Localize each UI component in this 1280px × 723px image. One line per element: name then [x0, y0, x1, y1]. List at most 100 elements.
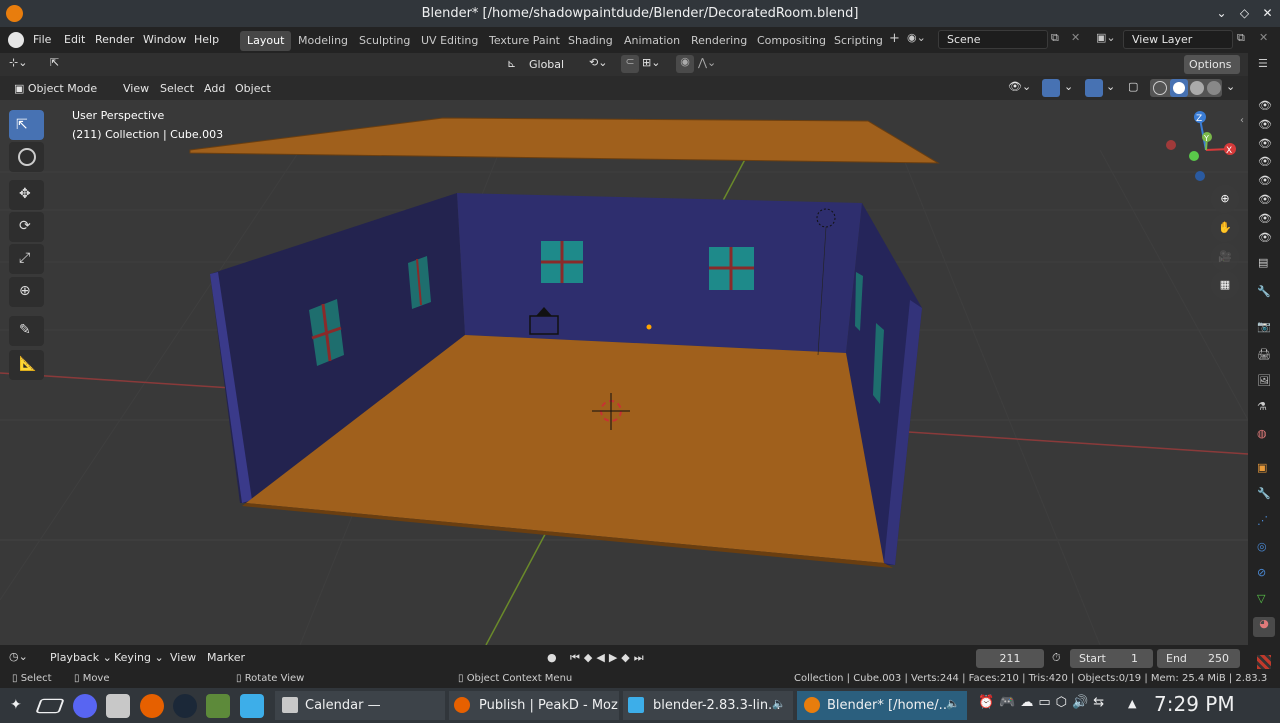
delete-view-layer-icon[interactable]: ✕	[1259, 31, 1268, 44]
pivot-point-icon[interactable]: ⟲⌄	[589, 56, 607, 69]
playback-controls[interactable]: ⏮◆◀▶◆⏭	[570, 651, 648, 665]
system-tray-icons[interactable]: ⏰🎮☁▭⬡🔊⇆	[978, 695, 1109, 710]
marker-menu[interactable]: Marker	[207, 651, 245, 664]
minimize-icon[interactable]: ⌄	[1213, 5, 1230, 22]
task-file-manager[interactable]: blender-2.83.3-lin...	[623, 691, 793, 720]
new-view-layer-icon[interactable]: ⧉	[1237, 31, 1245, 45]
menu-window[interactable]: Window	[143, 27, 186, 53]
tab-sculpting[interactable]: Sculpting	[352, 31, 417, 51]
xray-icon[interactable]: ▢	[1128, 80, 1138, 93]
task-firefox[interactable]: Publish | PeakD - Moz...	[449, 691, 619, 720]
tab-shading[interactable]: Shading	[561, 31, 620, 51]
preview-range-icon[interactable]: ⏱	[1052, 651, 1061, 665]
calendar-app-icon[interactable]	[106, 694, 130, 718]
snap-target-icon[interactable]: ⊞⌄	[642, 56, 660, 69]
tab-rendering[interactable]: Rendering	[684, 31, 754, 51]
rendered-shading-icon[interactable]	[1207, 81, 1221, 95]
tab-animation[interactable]: Animation	[617, 31, 687, 51]
file-manager-icon[interactable]	[240, 694, 264, 718]
tab-texture-paint[interactable]: Texture Paint	[482, 31, 567, 51]
scale-tool[interactable]: ⤢	[9, 244, 44, 274]
task-calendar[interactable]: Calendar —	[275, 691, 445, 720]
end-frame-field[interactable]: End 250	[1157, 649, 1240, 668]
menu-render[interactable]: Render	[95, 27, 134, 53]
menu-view[interactable]: View	[118, 79, 154, 98]
solid-shading-icon[interactable]	[1170, 79, 1188, 97]
visibility-icon[interactable]: 👁⌄	[1008, 80, 1031, 93]
timeline-view-menu[interactable]: View	[170, 651, 196, 664]
current-frame-field[interactable]: 211	[976, 649, 1044, 668]
material-properties-icon[interactable]: ◕	[1253, 617, 1275, 637]
scene-properties-icon[interactable]: ⚗	[1257, 400, 1267, 413]
view-layer-field[interactable]: View Layer	[1123, 30, 1233, 49]
wireframe-shading-icon[interactable]	[1153, 81, 1167, 95]
transform-orientation-dropdown[interactable]: Global ⌄	[524, 55, 580, 90]
blender-audio-icon[interactable]: 🔈	[946, 697, 960, 710]
ortho-grid-icon[interactable]: ▦	[1211, 271, 1239, 299]
proportional-edit-icon[interactable]: ◉	[676, 55, 694, 73]
physics-properties-icon[interactable]: ◎	[1257, 540, 1267, 553]
object-properties-icon[interactable]: ▣	[1257, 461, 1267, 474]
cursor-tool[interactable]	[9, 142, 44, 172]
3d-viewport[interactable]: Z X Y	[0, 100, 1248, 645]
editor-type-icon[interactable]: ⊹⌄	[9, 56, 27, 69]
minecraft-icon[interactable]	[206, 694, 230, 718]
overlay-toggle-icon[interactable]	[1085, 79, 1103, 97]
playback-menu[interactable]: Playback ⌄	[50, 651, 112, 664]
camera-view-icon[interactable]: 🎥	[1211, 243, 1239, 271]
menu-add[interactable]: Add	[199, 79, 230, 98]
select-tool-mode-icon[interactable]: ⇱	[50, 56, 59, 69]
measure-tool[interactable]: 📐	[9, 350, 44, 380]
gizmo-toggle-icon[interactable]	[1042, 79, 1060, 97]
data-properties-icon[interactable]: ▽	[1257, 592, 1265, 605]
close-icon[interactable]: ✕	[1259, 5, 1276, 22]
render-properties-icon[interactable]: 📷	[1257, 320, 1271, 333]
menu-select[interactable]: Select	[155, 79, 199, 98]
add-workspace-icon[interactable]: +	[889, 31, 900, 46]
material-shading-icon[interactable]	[1190, 81, 1204, 95]
output-properties-icon[interactable]: 🖨	[1257, 348, 1271, 361]
tray-expand-icon[interactable]: ▲	[1128, 697, 1136, 710]
audio-playing-icon[interactable]: 🔈	[772, 697, 786, 710]
timeline-editor-icon[interactable]: ◷⌄	[9, 650, 28, 663]
menu-object[interactable]: Object	[230, 79, 276, 98]
tab-compositing[interactable]: Compositing	[750, 31, 833, 51]
annotate-tool[interactable]: ✎	[9, 316, 44, 346]
tab-layout[interactable]: Layout	[240, 31, 292, 51]
app-launcher-icon[interactable]: ✦	[10, 697, 22, 713]
move-tool[interactable]: ✥	[9, 180, 44, 210]
record-icon[interactable]: ●	[547, 651, 557, 664]
overlay-dropdown-icon[interactable]: ⌄	[1106, 80, 1115, 93]
constraints-properties-icon[interactable]: ⊘	[1257, 566, 1266, 579]
particles-properties-icon[interactable]: ⋰	[1257, 514, 1268, 527]
shading-dropdown-icon[interactable]: ⌄	[1226, 80, 1235, 93]
mode-dropdown[interactable]: ▣ Object Mode ⌄	[9, 79, 112, 114]
scene-selector-icon[interactable]: ◉⌄	[907, 31, 935, 50]
transform-tool[interactable]: ⊕	[9, 277, 44, 307]
blender-menu-icon[interactable]	[8, 32, 24, 48]
keying-menu[interactable]: Keying ⌄	[114, 651, 164, 664]
new-scene-icon[interactable]: ⧉	[1051, 31, 1059, 45]
discord-icon[interactable]	[73, 694, 97, 718]
tool-properties-icon[interactable]: 🔧	[1257, 285, 1271, 298]
steam-icon[interactable]	[173, 694, 197, 718]
rotate-tool[interactable]: ⟳	[9, 212, 44, 242]
task-blender[interactable]: Blender* [/home/...	[797, 691, 967, 720]
tab-uv-editing[interactable]: UV Editing	[414, 31, 485, 51]
menu-edit[interactable]: Edit	[64, 27, 85, 53]
options-dropdown[interactable]: Options ⌄	[1184, 55, 1240, 90]
falloff-icon[interactable]: ⋀⌄	[698, 56, 716, 69]
gizmo-dropdown-icon[interactable]: ⌄	[1064, 80, 1073, 93]
properties-editor-icon[interactable]: ▤	[1258, 256, 1268, 269]
texture-properties-icon[interactable]	[1257, 655, 1271, 669]
start-frame-field[interactable]: Start 1	[1070, 649, 1153, 668]
view-layer-properties-icon[interactable]: 🖼	[1257, 374, 1271, 387]
scene-name-field[interactable]: Scene	[938, 30, 1048, 49]
sidebar-toggle-icon[interactable]: ‹	[1240, 115, 1244, 126]
menu-help[interactable]: Help	[194, 27, 219, 53]
visibility-eye-icons[interactable]: 👁 👁 👁 👁 👁 👁 👁 👁	[1258, 97, 1272, 247]
menu-file[interactable]: File	[33, 27, 51, 53]
clock[interactable]: 7:29 PM	[1154, 692, 1235, 716]
modifier-properties-icon[interactable]: 🔧	[1257, 487, 1271, 500]
firefox-icon[interactable]	[140, 694, 164, 718]
